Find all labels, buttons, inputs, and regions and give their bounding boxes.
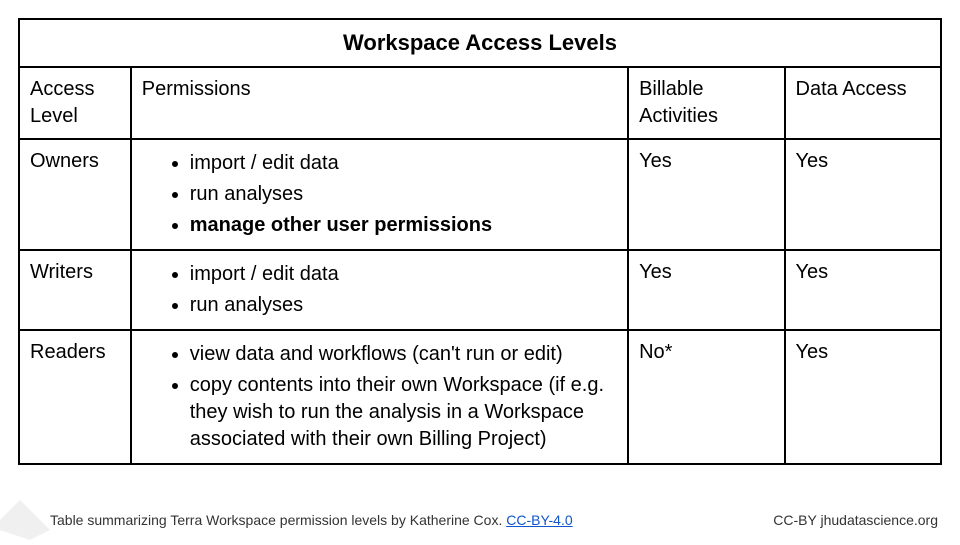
cell-access-level: Writers xyxy=(19,250,131,330)
footer-caption-text: Table summarizing Terra Workspace permis… xyxy=(50,512,506,528)
list-item: run analyses xyxy=(190,290,617,321)
cell-data-access: Yes xyxy=(785,139,941,250)
cell-access-level: Readers xyxy=(19,330,131,464)
footer-attribution: CC-BY jhudatascience.org xyxy=(773,512,938,528)
table-row: Readers view data and workflows (can't ru… xyxy=(19,330,941,464)
cell-data-access: Yes xyxy=(785,250,941,330)
table-row: Writersimport / edit datarun analysesYes… xyxy=(19,250,941,330)
list-item: manage other user permissions xyxy=(190,210,617,241)
col-header-billable: Billable Activities xyxy=(628,67,784,139)
table-container: Workspace Access Levels Access Level Per… xyxy=(0,0,960,465)
cell-access-level: Owners xyxy=(19,139,131,250)
footer-caption: Table summarizing Terra Workspace permis… xyxy=(50,512,573,528)
permissions-list: import / edit datarun analyses xyxy=(142,259,617,321)
permissions-list: view data and workflows (can't run or ed… xyxy=(142,339,617,455)
footer: Table summarizing Terra Workspace permis… xyxy=(0,512,960,528)
col-header-data-access: Data Access xyxy=(785,67,941,139)
cell-billable: Yes xyxy=(628,139,784,250)
permissions-list: import / edit datarun analysesmanage oth… xyxy=(142,148,617,241)
list-item: import / edit data xyxy=(190,259,617,290)
list-item: run analyses xyxy=(190,179,617,210)
table-row: Ownersimport / edit datarun analysesmana… xyxy=(19,139,941,250)
col-header-access-level: Access Level xyxy=(19,67,131,139)
cell-permissions: import / edit datarun analyses xyxy=(131,250,628,330)
access-levels-table: Workspace Access Levels Access Level Per… xyxy=(18,18,942,465)
cell-billable: Yes xyxy=(628,250,784,330)
list-item: copy contents into their own Workspace (… xyxy=(190,370,617,455)
list-item: view data and workflows (can't run or ed… xyxy=(190,339,617,370)
list-item: import / edit data xyxy=(190,148,617,179)
license-link[interactable]: CC-BY-4.0 xyxy=(506,512,572,528)
col-header-permissions: Permissions xyxy=(131,67,628,139)
table-title: Workspace Access Levels xyxy=(19,19,941,67)
table-header-row: Access Level Permissions Billable Activi… xyxy=(19,67,941,139)
cell-permissions: view data and workflows (can't run or ed… xyxy=(131,330,628,464)
cell-permissions: import / edit datarun analysesmanage oth… xyxy=(131,139,628,250)
cell-billable: No* xyxy=(628,330,784,464)
table-body: Ownersimport / edit datarun analysesmana… xyxy=(19,139,941,464)
cell-data-access: Yes xyxy=(785,330,941,464)
